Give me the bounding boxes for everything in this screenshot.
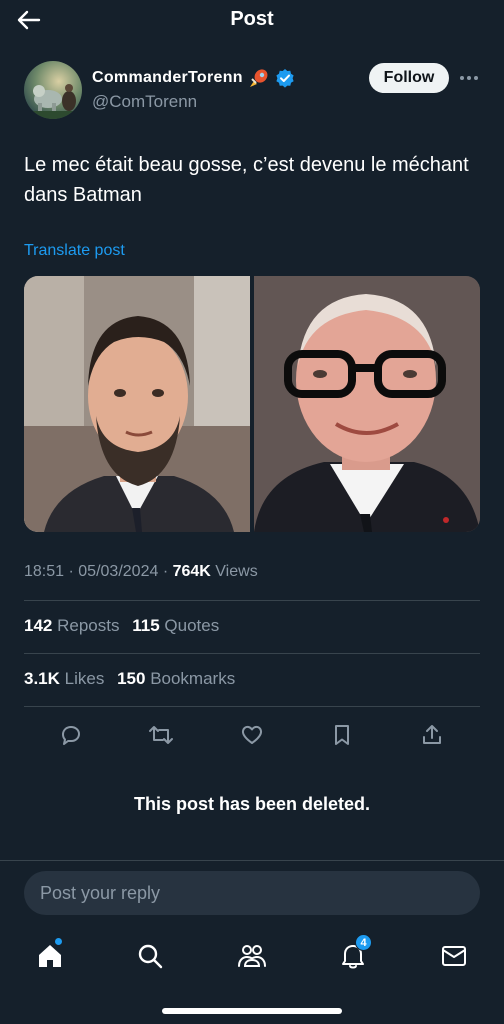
- quotes-stat[interactable]: 115 Quotes: [132, 616, 219, 635]
- rocket-emoji-icon: [249, 69, 268, 87]
- home-icon: [39, 945, 61, 967]
- bookmarks-label: Bookmarks: [150, 669, 236, 688]
- post-author: CommanderTorenn @ComTorenn Follow: [24, 60, 480, 120]
- home-indicator: [162, 1008, 342, 1014]
- reply-button[interactable]: [54, 718, 88, 752]
- likes-count: 3.1K: [24, 669, 60, 688]
- bookmarks-count: 150: [117, 669, 146, 688]
- verified-badge-icon: [276, 69, 294, 88]
- reply-composer[interactable]: [24, 871, 480, 915]
- translate-post-link[interactable]: Translate post: [24, 242, 125, 260]
- media-photo-left[interactable]: [24, 276, 250, 532]
- avatar[interactable]: [24, 61, 82, 119]
- reposts-stat[interactable]: 142 Reposts: [24, 616, 119, 635]
- meta-separator: ·: [68, 563, 79, 580]
- tab-messages[interactable]: [434, 936, 474, 976]
- post-media: [24, 276, 480, 532]
- likes-label: Likes: [64, 669, 105, 688]
- bookmark-icon: [335, 725, 349, 745]
- reply-input[interactable]: [40, 882, 464, 904]
- page-title: Post: [230, 8, 274, 30]
- post-meta: 18:51 · 05/03/2024 · 764K Views: [24, 563, 258, 581]
- home-unread-dot: [55, 938, 62, 945]
- author-handle[interactable]: @ComTorenn: [92, 92, 197, 112]
- divider: [24, 600, 480, 601]
- post-text: Le mec était beau gosse, c’est devenu le…: [24, 154, 469, 206]
- communities-icon: [238, 945, 266, 967]
- top-bar: Post: [0, 0, 504, 40]
- bookmarks-stat[interactable]: 150 Bookmarks: [117, 669, 235, 688]
- views-count[interactable]: 764K: [173, 563, 211, 580]
- notifications-badge: 4: [355, 934, 372, 951]
- follow-button[interactable]: Follow: [369, 63, 449, 93]
- share-button[interactable]: [415, 718, 449, 752]
- post-actions: [24, 718, 480, 752]
- divider: [24, 653, 480, 654]
- search-icon: [138, 944, 163, 969]
- divider: [24, 706, 480, 707]
- meta-separator: ·: [162, 563, 173, 580]
- reply-icon: [62, 726, 80, 745]
- views-label: Views: [215, 563, 258, 580]
- likes-stat[interactable]: 3.1K Likes: [24, 669, 104, 688]
- post-date: 05/03/2024: [78, 563, 159, 580]
- quotes-label: Quotes: [164, 616, 220, 635]
- author-display-name: CommanderTorenn: [92, 69, 243, 86]
- like-bookmark-stats: 3.1K Likes 150 Bookmarks: [24, 669, 243, 689]
- repost-quote-stats: 142 Reposts 115 Quotes: [24, 616, 227, 636]
- divider: [0, 860, 504, 861]
- repost-icon: [149, 726, 173, 744]
- like-button[interactable]: [235, 718, 269, 752]
- tab-notifications[interactable]: 4: [333, 934, 373, 976]
- share-icon: [423, 725, 441, 744]
- bottom-tab-bar: 4: [0, 930, 504, 980]
- messages-icon: [442, 946, 466, 966]
- more-icon: [460, 76, 478, 80]
- reposts-label: Reposts: [57, 616, 120, 635]
- repost-button[interactable]: [144, 718, 178, 752]
- post-time: 18:51: [24, 563, 65, 580]
- tab-home[interactable]: [30, 936, 70, 976]
- more-options-button[interactable]: [456, 68, 482, 88]
- bookmark-button[interactable]: [325, 718, 359, 752]
- reposts-count: 142: [24, 616, 53, 635]
- like-icon: [241, 725, 263, 744]
- author-name[interactable]: CommanderTorenn: [92, 67, 295, 89]
- quotes-count: 115: [132, 616, 160, 635]
- deleted-post-notice: This post has been deleted.: [133, 794, 371, 814]
- tab-communities[interactable]: [232, 936, 272, 976]
- media-photo-right[interactable]: [254, 276, 480, 532]
- tab-search[interactable]: [130, 936, 170, 976]
